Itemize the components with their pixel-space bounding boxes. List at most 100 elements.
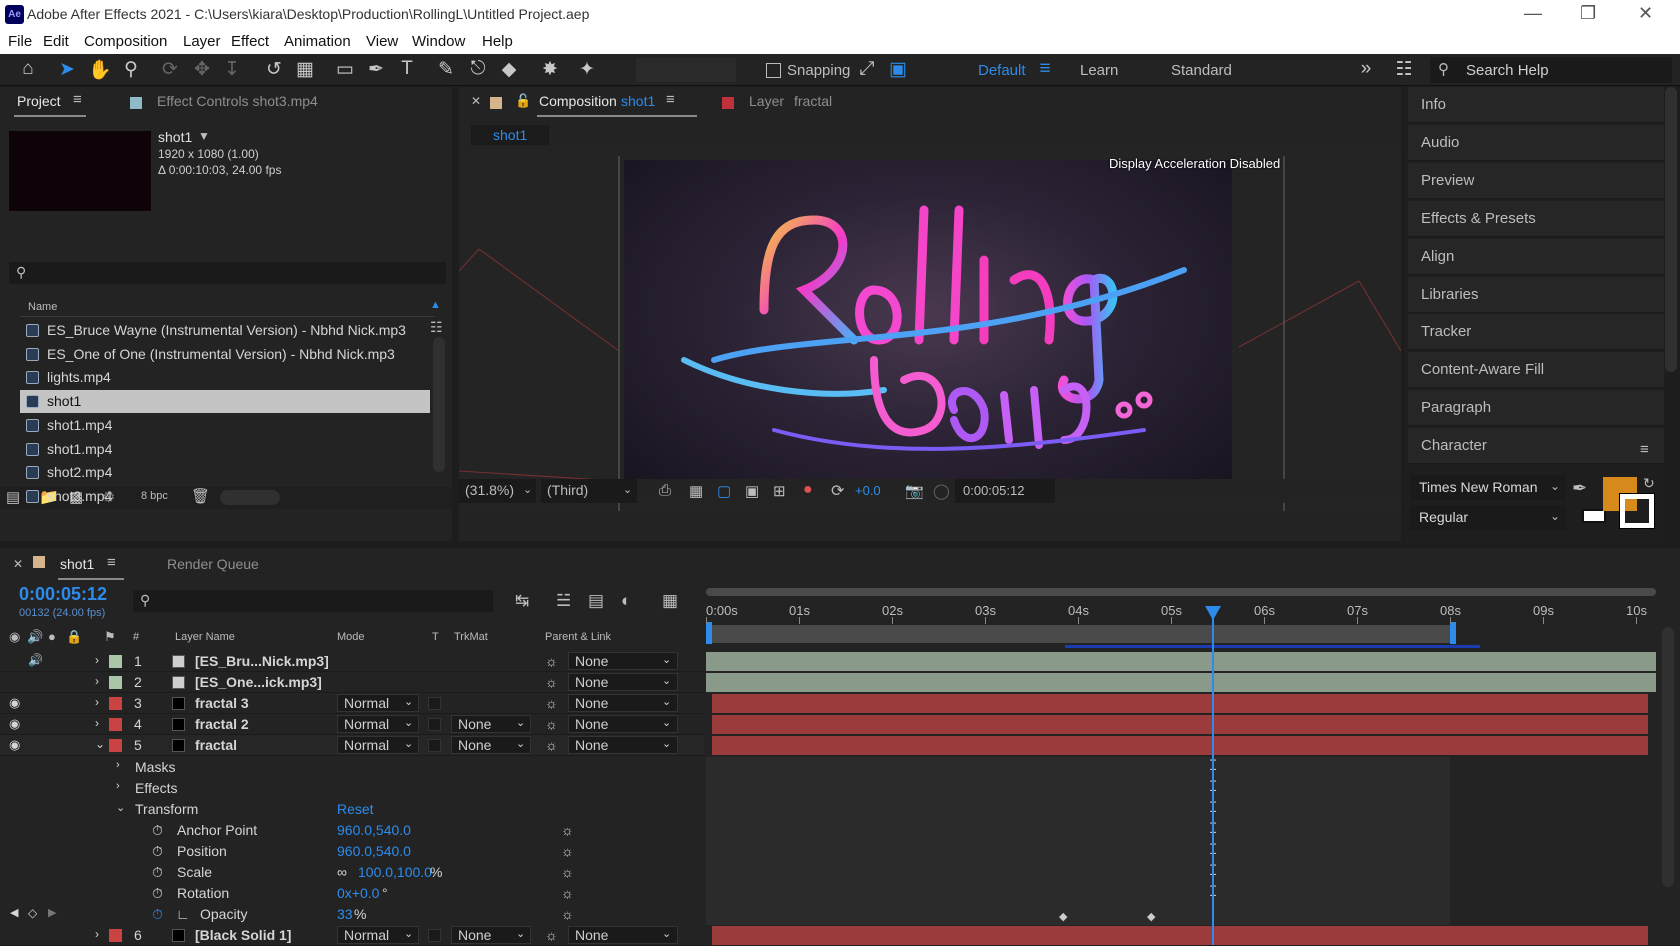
layer-duration-bar[interactable] <box>712 715 1648 734</box>
panel-info[interactable]: Info <box>1408 87 1664 123</box>
prop-rotation-value[interactable]: 0x+0.0 <box>337 885 379 901</box>
region-of-interest-icon[interactable]: ▣ <box>745 482 759 500</box>
magnification-dropdown[interactable]: (31.8%) ⌄ <box>459 479 536 503</box>
label-icon[interactable]: ⚑ <box>104 629 116 645</box>
timeline-scrollbar[interactable] <box>1662 627 1674 887</box>
swap-colors-icon[interactable]: ↻ <box>1643 475 1655 492</box>
pick-whip-icon[interactable]: ☼ <box>561 885 574 901</box>
tab-composition-name[interactable]: shot1 <box>621 93 655 109</box>
sort-ascending-icon[interactable]: ▲ <box>430 299 441 311</box>
transform-reset-link[interactable]: Reset <box>337 801 374 817</box>
zoom-tool-icon[interactable]: ⚲ <box>119 58 143 81</box>
panel-content-aware-fill[interactable]: Content-Aware Fill <box>1408 352 1664 389</box>
layer-duration-bar[interactable] <box>712 926 1648 945</box>
transparency-grid-icon[interactable]: ▦ <box>689 482 703 500</box>
eyedropper-icon[interactable]: ✒ <box>1572 478 1587 499</box>
project-item[interactable]: ES_Bruce Wayne (Instrumental Version) - … <box>20 319 430 342</box>
reset-exposure-icon[interactable]: ⟳ <box>831 481 844 501</box>
fast-previews-icon[interactable]: ⎙ <box>659 482 671 499</box>
hand-tool-icon[interactable]: ✋ <box>88 58 112 82</box>
preserve-transparency-toggle[interactable] <box>428 739 441 752</box>
audio-icon[interactable]: 🔊 <box>27 629 43 645</box>
chevron-right-icon[interactable]: › <box>116 759 120 771</box>
pick-whip-icon[interactable]: ☼ <box>561 906 574 922</box>
comp-viewer[interactable]: Display Acceleration Disabled <box>459 151 1401 512</box>
menu-window[interactable]: Window <box>412 33 465 50</box>
tab-composition-label[interactable]: Composition <box>539 93 617 109</box>
column-layer-name[interactable]: Layer Name <box>175 631 235 643</box>
solo-icon[interactable]: ● <box>48 629 56 644</box>
show-snapshot-icon[interactable]: ◯ <box>933 482 950 500</box>
label-color-swatch[interactable] <box>109 697 122 710</box>
stopwatch-active-icon[interactable]: ⏱ <box>152 906 163 923</box>
search-help-input[interactable]: Search Help <box>1466 62 1549 79</box>
clone-stamp-tool-icon[interactable]: ⎋ <box>466 58 490 80</box>
panel-menu-icon[interactable]: ≡ <box>1640 441 1649 458</box>
eraser-tool-icon[interactable]: ◆ <box>497 58 521 81</box>
next-keyframe-icon[interactable]: ▶ <box>48 906 56 919</box>
menu-effect[interactable]: Effect <box>231 33 269 50</box>
search-help-box[interactable]: ⚲ Search Help <box>1430 57 1672 83</box>
work-area-end-handle[interactable] <box>1450 622 1456 644</box>
tab-layer-label[interactable]: Layer <box>749 93 784 109</box>
layer-name[interactable]: fractal 2 <box>195 716 249 732</box>
panel-menu-icon[interactable]: ≡ <box>73 91 82 108</box>
current-time-field[interactable]: 0:00:05:12 <box>955 479 1055 503</box>
layer-name[interactable]: [Black Solid 1] <box>195 927 291 943</box>
dolly-tool-icon[interactable]: ↧ <box>220 58 244 81</box>
grid-guides-icon[interactable]: ⊞ <box>773 482 786 500</box>
layer-row[interactable]: › 2 [ES_One...ick.mp3] ☼ None ⌄ <box>0 672 704 693</box>
font-style-dropdown[interactable]: Regular ⌄ <box>1410 505 1566 530</box>
panel-menu-icon[interactable]: ≡ <box>666 91 675 108</box>
prop-opacity-value[interactable]: 33 <box>337 906 353 922</box>
pick-whip-icon[interactable]: ☼ <box>561 822 574 838</box>
layer-row[interactable]: ◉ ⌄ 5 fractal Normal ⌄ None ⌄ ☼ None ⌄ <box>0 735 704 756</box>
project-item[interactable]: shot2.mp4 <box>20 461 430 484</box>
chevron-down-icon[interactable]: ⌄ <box>1546 475 1566 500</box>
opacity-keyframe-1[interactable]: ◆ <box>1059 910 1067 923</box>
layer-duration-bar[interactable] <box>712 694 1648 713</box>
panel-align[interactable]: Align <box>1408 238 1664 275</box>
tab-render-queue[interactable]: Render Queue <box>167 556 259 572</box>
layer-name[interactable]: [ES_Bru...Nick.mp3] <box>195 653 329 669</box>
restore-icon[interactable]: ❐ <box>1580 3 1596 24</box>
column-parent[interactable]: Parent & Link <box>545 631 611 643</box>
layer-row[interactable]: 🔊 › 1 [ES_Bru...Nick.mp3] ☼ None ⌄ <box>0 651 704 672</box>
column-mode[interactable]: Mode <box>337 631 365 643</box>
rectangle-tool-icon[interactable]: ▭ <box>333 58 357 81</box>
motion-blur-icon[interactable]: ◐ <box>621 591 631 611</box>
stopwatch-icon[interactable]: ⏱ <box>152 885 163 902</box>
project-search-input[interactable]: ⚲ <box>9 262 446 284</box>
eye-icon[interactable]: ◉ <box>9 737 20 753</box>
prop-position-value[interactable]: 960.0,540.0 <box>337 843 411 859</box>
label-color-swatch[interactable] <box>109 929 122 942</box>
column-trkmat[interactable]: TrkMat <box>454 631 488 643</box>
constrain-link-icon[interactable]: ∞ <box>337 864 347 880</box>
prop-anchor-value[interactable]: 960.0,540.0 <box>337 822 411 838</box>
font-family-dropdown[interactable]: Times New Roman <box>1410 475 1546 500</box>
rotate-tool-icon[interactable]: ↺ <box>262 58 286 81</box>
panel-tracker[interactable]: Tracker <box>1408 314 1664 351</box>
add-keyframe-icon[interactable]: ◇ <box>28 906 37 920</box>
prop-effects-row[interactable]: › Effects <box>0 778 704 799</box>
close-icon[interactable]: ✕ <box>1638 3 1653 24</box>
item-dropdown-icon[interactable]: ▼ <box>198 129 210 143</box>
chevron-right-icon[interactable]: › <box>95 695 99 709</box>
pick-whip-icon[interactable]: ☼ <box>545 716 558 732</box>
comp-frame[interactable] <box>624 160 1232 502</box>
preserve-transparency-toggle[interactable] <box>428 929 441 942</box>
pick-whip-icon[interactable]: ☼ <box>561 843 574 859</box>
playhead[interactable] <box>1211 606 1214 945</box>
pick-whip-icon[interactable]: ☼ <box>545 737 558 753</box>
menu-animation[interactable]: Animation <box>284 33 351 50</box>
label-color-swatch[interactable] <box>109 739 122 752</box>
minimize-icon[interactable]: — <box>1524 3 1542 24</box>
mask-visibility-icon[interactable]: ▢ <box>717 482 731 500</box>
graph-editor-icon[interactable]: ▦ <box>662 591 678 611</box>
pick-whip-icon[interactable]: ☼ <box>545 674 558 690</box>
layer-name[interactable]: [ES_One...ick.mp3] <box>195 674 322 690</box>
time-navigator[interactable] <box>706 588 1656 596</box>
column-t[interactable]: T <box>432 631 439 643</box>
panel-effects-presets[interactable]: Effects & Presets <box>1408 200 1664 237</box>
snap-options-icon[interactable]: ▣ <box>886 58 910 81</box>
